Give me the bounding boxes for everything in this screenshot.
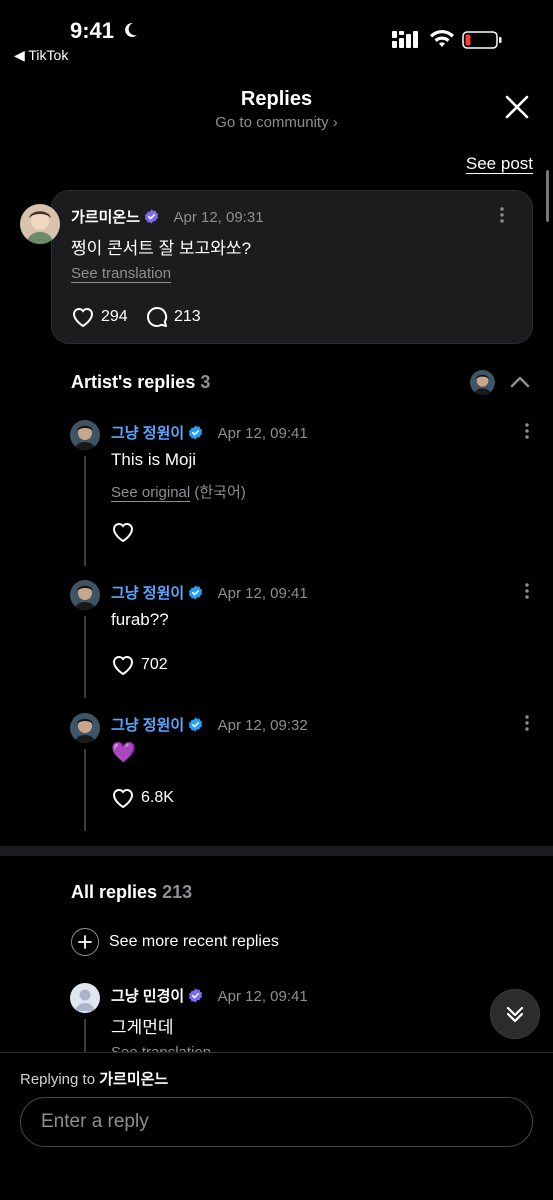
- original-language: (한국어): [194, 484, 246, 501]
- scrollbar[interactable]: [546, 170, 549, 222]
- page-title: Replies: [240, 88, 313, 110]
- reply-header: 그냥 정원이 Apr 12, 09:41: [111, 422, 308, 443]
- scroll-to-bottom-button[interactable]: [490, 989, 540, 1039]
- replying-to-label: Replying to 가르미온느: [20, 1068, 168, 1089]
- reply-date: Apr 12, 09:41: [217, 988, 308, 1005]
- go-to-community-link[interactable]: Go to community ›: [0, 114, 553, 131]
- see-translation-link[interactable]: See translation: [71, 265, 171, 282]
- see-translation-link[interactable]: See translation: [111, 1044, 211, 1052]
- heart-icon: [72, 308, 94, 328]
- chevron-up-icon[interactable]: [509, 374, 531, 390]
- section-divider: [0, 846, 553, 856]
- reply-text: furab??: [111, 610, 169, 629]
- section-title: All replies: [71, 882, 158, 902]
- thread-line: [84, 456, 86, 566]
- section-count: 3: [200, 372, 211, 392]
- see-original-row: See original (한국어): [111, 481, 246, 502]
- verified-badge-icon: [189, 425, 203, 440]
- author-name[interactable]: 가르미온느: [71, 209, 140, 226]
- reply-text: 💜: [111, 742, 136, 764]
- all-replies-heading: All replies 213: [71, 882, 192, 903]
- more-options-icon[interactable]: [492, 205, 512, 225]
- thread-line: [84, 1019, 86, 1052]
- avatar[interactable]: [20, 204, 60, 244]
- comment-button[interactable]: 213: [146, 306, 201, 328]
- moon-icon: [125, 22, 137, 37]
- more-options-icon[interactable]: [517, 713, 537, 733]
- back-to-app-link[interactable]: ◀ TikTok: [14, 47, 68, 64]
- like-count: 6.8K: [141, 789, 174, 806]
- like-button[interactable]: 294: [71, 306, 128, 328]
- see-original-link[interactable]: See original: [111, 484, 190, 501]
- heart-icon: [112, 789, 134, 809]
- like-button[interactable]: 6.8K: [111, 787, 174, 809]
- thread-line: [84, 749, 86, 831]
- see-more-recent-button[interactable]: See more recent replies: [71, 928, 279, 956]
- replying-prefix: Replying to: [20, 1071, 96, 1088]
- close-icon[interactable]: [502, 92, 532, 122]
- more-options-icon[interactable]: [517, 581, 537, 601]
- more-options-icon[interactable]: [517, 421, 537, 441]
- avatar[interactable]: [70, 713, 100, 743]
- reply-header: 그냥 민경이 Apr 12, 09:41: [111, 985, 308, 1006]
- comment-count: 213: [174, 308, 201, 325]
- author-name[interactable]: 그냥 정원이: [111, 717, 184, 734]
- plus-icon: [71, 928, 99, 956]
- reply-text: 그게먼데: [111, 1018, 174, 1037]
- heart-icon: [112, 656, 134, 676]
- status-time: 9:41: [70, 18, 115, 43]
- wifi-icon: [430, 30, 454, 47]
- see-post-link[interactable]: See post: [466, 154, 533, 174]
- comment-bubble-icon: [147, 306, 168, 327]
- section-title: Artist's replies: [71, 372, 196, 392]
- reply-header: 그냥 정원이 Apr 12, 09:32: [111, 714, 308, 735]
- author-name[interactable]: 그냥 정원이: [111, 425, 184, 442]
- avatar[interactable]: [70, 983, 100, 1013]
- replying-to-name: 가르미온느: [99, 1071, 169, 1088]
- like-button[interactable]: [111, 521, 141, 543]
- artist-replies-heading: Artist's replies 3: [71, 372, 210, 393]
- reply-date: Apr 12, 09:41: [217, 585, 308, 602]
- heart-icon: [112, 523, 134, 543]
- comment-date: Apr 12, 09:31: [173, 209, 264, 226]
- battery-icon: [462, 31, 502, 49]
- reply-text: This is Moji: [111, 450, 197, 469]
- see-more-label: See more recent replies: [109, 933, 279, 950]
- avatar[interactable]: [70, 420, 100, 450]
- like-count: 702: [141, 656, 168, 673]
- section-count: 213: [162, 882, 193, 902]
- reply-date: Apr 12, 09:32: [217, 717, 308, 734]
- like-count: 294: [101, 308, 128, 325]
- thread-line: [84, 616, 86, 698]
- artist-avatar: [470, 370, 495, 395]
- main-comment-header: 가르미온느 Apr 12, 09:31: [71, 206, 264, 227]
- cellular-signal-icon: [392, 31, 418, 48]
- author-name[interactable]: 그냥 민경이: [111, 988, 184, 1005]
- comment-text: 쩡이 콘서트 잘 보고와쏘?: [71, 239, 252, 258]
- verified-badge-icon: [144, 209, 159, 224]
- reply-date: Apr 12, 09:41: [217, 425, 308, 442]
- verified-badge-icon: [189, 585, 203, 600]
- author-name[interactable]: 그냥 정원이: [111, 585, 184, 602]
- double-chevron-down-icon: [506, 1006, 524, 1023]
- verified-badge-icon: [189, 717, 203, 732]
- reply-header: 그냥 정원이 Apr 12, 09:41: [111, 582, 308, 603]
- reply-input[interactable]: [20, 1097, 533, 1147]
- like-button[interactable]: 702: [111, 654, 168, 676]
- avatar[interactable]: [70, 580, 100, 610]
- verified-badge-icon: [189, 988, 203, 1003]
